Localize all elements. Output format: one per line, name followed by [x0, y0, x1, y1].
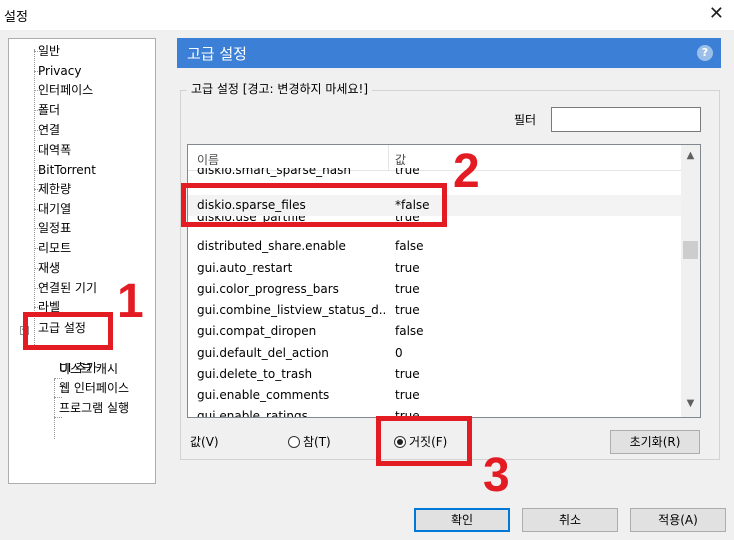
- row-value: true: [395, 388, 420, 402]
- radio-true-label[interactable]: 참(T): [303, 435, 331, 449]
- row-name: gui.default_del_action: [197, 346, 329, 360]
- cancel-button[interactable]: 취소: [522, 508, 618, 532]
- tree-item-paired-devices[interactable]: 연결된 기기: [38, 280, 97, 296]
- row-name: gui.color_progress_bars: [197, 282, 339, 296]
- tree-item-bandwidth[interactable]: 대역폭: [38, 142, 71, 158]
- ok-button[interactable]: 확인: [414, 508, 510, 532]
- settings-tree[interactable]: − 일반 Privacy 인터페이스 폴더 연결 대역폭 BitTorrent …: [8, 38, 156, 484]
- tree-item-web-ui[interactable]: 웹 인터페이스: [59, 380, 129, 396]
- annotation-number-1: 1: [117, 275, 144, 328]
- tree-item-run-program[interactable]: 프로그램 실행: [59, 400, 129, 416]
- list-row[interactable]: gui.default_del_action 0: [188, 343, 682, 364]
- annotation-box-2: [181, 183, 447, 227]
- row-value: true: [395, 168, 420, 177]
- row-value: true: [395, 282, 420, 296]
- groupbox-title: 고급 설정 [경고: 변경하지 마세요!]: [187, 80, 372, 97]
- annotation-box-1: [23, 312, 113, 350]
- tree-item-playback[interactable]: 재생: [38, 260, 60, 276]
- tree-item-disk-cache[interactable]: 디스크 캐시: [59, 361, 118, 377]
- list-row[interactable]: gui.enable_comments true: [188, 385, 682, 406]
- title-bar: 설정 ✕: [0, 0, 734, 30]
- tree-connector-line: [34, 49, 35, 349]
- list-row[interactable]: gui.compat_diropen false: [188, 321, 682, 342]
- scroll-thumb[interactable]: [683, 241, 698, 259]
- radio-true-indicator[interactable]: [288, 436, 300, 448]
- help-icon[interactable]: ?: [697, 45, 713, 61]
- row-value: true: [395, 303, 420, 317]
- tree-connector-line: [54, 379, 55, 439]
- tree-item-connection[interactable]: 연결: [38, 122, 60, 138]
- reset-button[interactable]: 초기화(R): [610, 430, 700, 454]
- row-name: gui.enable_comments: [197, 388, 330, 402]
- column-header-value[interactable]: 값: [395, 151, 406, 168]
- scroll-down-icon[interactable]: ▼: [681, 398, 700, 415]
- tree-item-privacy[interactable]: Privacy: [38, 63, 81, 79]
- tree-item-scheduler[interactable]: 일정표: [38, 220, 71, 236]
- list-row[interactable]: distributed_share.enable false: [188, 236, 682, 257]
- filter-input[interactable]: [551, 107, 701, 132]
- apply-button[interactable]: 적용(A): [630, 508, 726, 532]
- annotation-box-3: [376, 416, 472, 466]
- annotation-number-3: 3: [483, 449, 510, 502]
- list-row[interactable]: gui.combine_listview_status_d... true: [188, 300, 682, 321]
- scroll-up-icon[interactable]: ▲: [681, 150, 700, 167]
- row-name: gui.delete_to_trash: [197, 367, 313, 381]
- row-name: gui.auto_restart: [197, 261, 293, 275]
- row-value: true: [395, 261, 420, 275]
- tree-item-transfer-cap[interactable]: 제한량: [38, 181, 71, 197]
- row-name: gui.compat_diropen: [197, 324, 317, 338]
- close-icon[interactable]: ✕: [709, 3, 724, 24]
- panel-header: 고급 설정 ?: [177, 38, 721, 68]
- tree-item-folders[interactable]: 폴더: [38, 102, 60, 118]
- filter-label: 필터: [514, 113, 537, 127]
- row-name: gui.combine_listview_status_d...: [197, 303, 385, 317]
- radio-true[interactable]: 참(T): [288, 433, 331, 450]
- column-header-name[interactable]: 이름: [197, 151, 219, 168]
- tree-item-general[interactable]: 일반: [38, 43, 60, 59]
- list-row[interactable]: diskio.smart_sparse_hash true: [188, 168, 682, 182]
- row-name: distributed_share.enable: [197, 239, 346, 253]
- tree-item-remote[interactable]: 리모트: [38, 240, 71, 256]
- row-name: diskio.smart_sparse_hash: [197, 168, 351, 177]
- row-value: false: [395, 324, 424, 338]
- list-scrollbar[interactable]: ▲ ▼: [681, 145, 700, 417]
- list-row[interactable]: gui.delete_to_trash true: [188, 364, 682, 385]
- tree-item-interface[interactable]: 인터페이스: [38, 82, 93, 98]
- annotation-number-2: 2: [453, 145, 480, 198]
- value-label: 값(V): [190, 435, 219, 449]
- panel-header-title: 고급 설정: [187, 45, 247, 63]
- row-value: false: [395, 239, 424, 253]
- tree-item-bittorrent[interactable]: BitTorrent: [38, 162, 96, 178]
- window-title: 설정: [4, 10, 28, 25]
- tree-item-queueing[interactable]: 대기열: [38, 201, 71, 217]
- row-value: true: [395, 367, 420, 381]
- list-row[interactable]: gui.color_progress_bars true: [188, 279, 682, 300]
- list-row[interactable]: gui.auto_restart true: [188, 258, 682, 279]
- row-value: 0: [395, 346, 403, 360]
- row-name: gui.enable_ratings: [197, 409, 308, 418]
